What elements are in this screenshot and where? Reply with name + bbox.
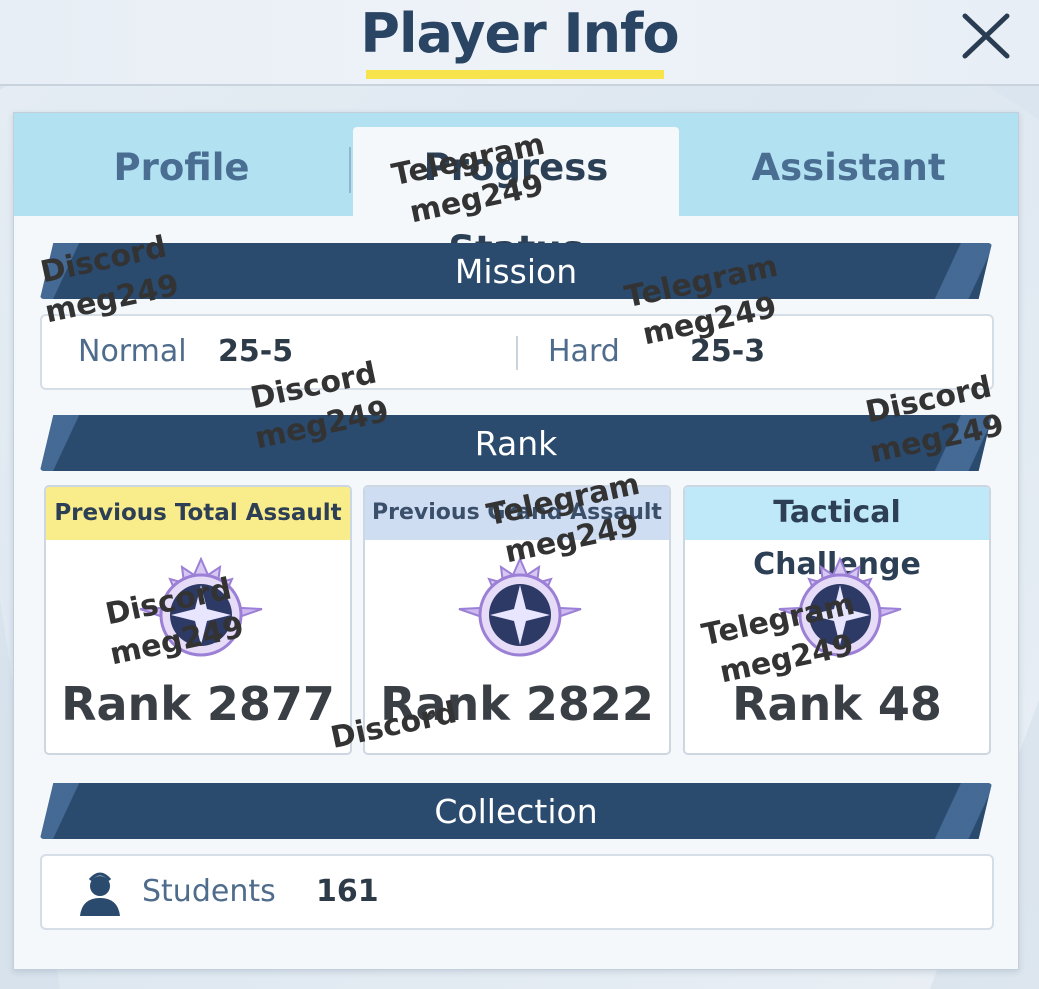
hard-label: Hard (548, 334, 620, 369)
rank-card-total-assault[interactable]: Previous Total Assault Rank 2877 (44, 485, 352, 755)
rank-header: Rank (40, 415, 992, 471)
rank-heading: Rank (474, 424, 558, 463)
normal-value: 25-5 (218, 334, 294, 369)
collection-heading: Collection (434, 792, 598, 831)
mission-row: Normal 25-5 Hard 25-3 (40, 314, 994, 390)
tab-progress-status[interactable]: Progress Status (353, 127, 679, 271)
title-underline (366, 70, 664, 79)
player-info-panel: Profile Progress Status Assistant Missio… (13, 112, 1019, 970)
rank-value: Rank 48 (732, 677, 942, 731)
tab-divider (349, 147, 351, 193)
mission-separator (516, 336, 518, 370)
rank-card-caption: Previous Grand Assault (365, 487, 669, 540)
rank-emblem-icon (778, 557, 902, 657)
rank-emblem-icon (139, 557, 263, 657)
tab-profile[interactable]: Profile (14, 127, 349, 216)
collection-header: Collection (40, 783, 992, 839)
page-title: Player Info (360, 2, 679, 65)
normal-label: Normal (78, 334, 187, 369)
students-value: 161 (316, 874, 379, 909)
rank-card-grand-assault[interactable]: Previous Grand Assault Rank 2822 (363, 485, 671, 755)
close-button[interactable] (955, 8, 1017, 64)
students-label: Students (142, 874, 276, 909)
rank-card-caption: Previous Total Assault (46, 487, 350, 540)
rank-value: Rank 2822 (380, 677, 654, 731)
rank-value: Rank 2877 (61, 677, 335, 731)
mission-heading: Mission (454, 252, 578, 291)
tab-bar: Profile Progress Status Assistant (14, 113, 1018, 271)
tab-assistant[interactable]: Assistant (679, 127, 1018, 216)
rank-emblem-icon (458, 557, 582, 657)
collection-row: Students 161 (40, 854, 994, 930)
mission-header: Mission (40, 243, 992, 299)
header-bar: Player Info (0, 0, 1039, 86)
rank-card-tactical-challenge[interactable]: Tactical Challenge Rank 48 (683, 485, 991, 755)
hard-value: 25-3 (690, 334, 766, 369)
close-icon (962, 13, 1010, 59)
rank-card-caption: Tactical Challenge (685, 487, 989, 582)
student-icon (80, 872, 120, 916)
